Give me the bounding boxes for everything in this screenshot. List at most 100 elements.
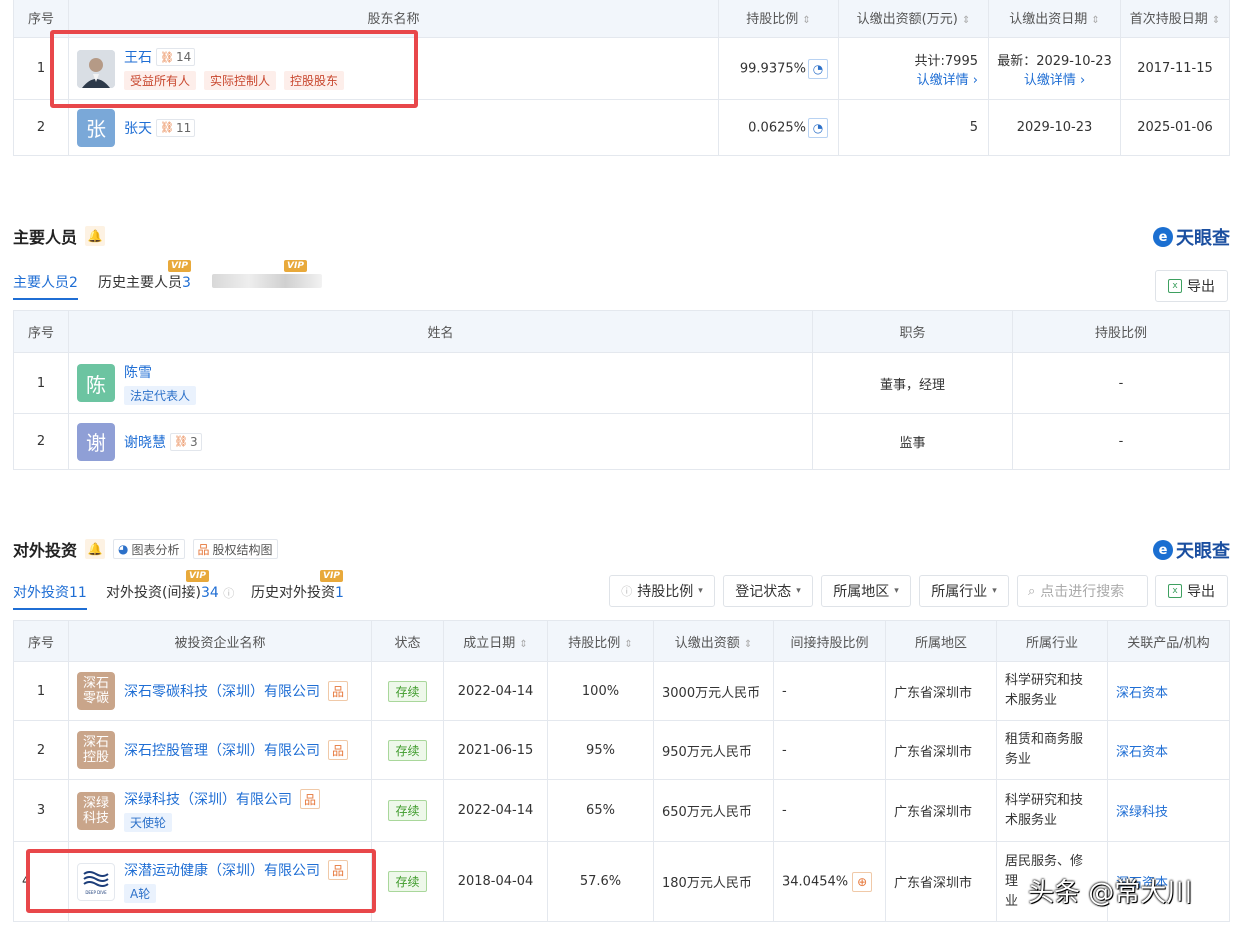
person-cell: 谢 谢晓慧 ⛓ 3 — [68, 413, 813, 470]
pie-chart-icon[interactable]: ◔ — [808, 117, 828, 138]
col-amount[interactable]: 认缴出资额 ⇕ — [653, 620, 774, 662]
equity-path-icon[interactable]: ⊕ — [852, 871, 873, 892]
col-first-date[interactable]: 首次持股日期 ⇕ — [1120, 0, 1230, 38]
product-link[interactable]: 深绿科技 — [1107, 779, 1230, 842]
status-cell: 存续 — [371, 661, 444, 721]
filter-region-dropdown[interactable]: 所属地区 ▾ — [821, 575, 911, 607]
export-button[interactable]: x 导出 — [1155, 575, 1228, 607]
company-name-link[interactable]: 深石零碳科技（深圳）有限公司 — [124, 681, 320, 701]
logo-icon: e — [1153, 540, 1173, 560]
company-name-link[interactable]: 深绿科技（深圳）有限公司 — [124, 789, 292, 809]
ratio-cell: - — [1012, 413, 1230, 470]
help-icon[interactable]: ⓘ — [223, 587, 234, 600]
pie-chart-icon: ◕ — [118, 542, 129, 556]
ratio-cell: 65% — [547, 779, 654, 842]
person-name-link[interactable]: 谢晓慧 — [124, 432, 166, 452]
col-name: 姓名 — [68, 310, 813, 353]
industry-cell: 科学研究和技 术服务业 — [996, 779, 1108, 842]
indirect-cell: - — [773, 661, 886, 721]
avatar[interactable]: 谢 — [77, 422, 115, 461]
col-founded[interactable]: 成立日期 ⇕ — [443, 620, 548, 662]
avatar[interactable]: 张 — [77, 108, 115, 147]
related-count-badge[interactable]: ⛓ 11 — [156, 118, 196, 137]
subscription-detail-link[interactable]: 认缴详情 › — [839, 69, 978, 88]
relation-icon: ⛓ — [160, 121, 174, 134]
tianyancha-logo: e 天眼查 — [1153, 537, 1230, 563]
org-chart-icon: 品 — [197, 542, 210, 557]
col-ratio[interactable]: 持股比例 ⇕ — [547, 620, 654, 662]
highlight-box — [26, 849, 376, 913]
tab-history-personnel[interactable]: 历史主要人员3 — [98, 272, 191, 292]
status-cell: 存续 — [371, 779, 444, 842]
org-chart-icon[interactable]: 品 — [328, 740, 348, 760]
col-date[interactable]: 认缴出资日期 ⇕ — [988, 0, 1121, 38]
blurred-tab — [212, 274, 322, 288]
col-company: 被投资企业名称 — [68, 620, 372, 662]
relation-icon: ⛓ — [174, 435, 188, 448]
col-ratio[interactable]: 持股比例 ⇕ — [718, 0, 839, 38]
ratio-cell: - — [1012, 352, 1230, 414]
shareholder-name-link[interactable]: 张天 — [124, 118, 152, 138]
company-logo[interactable]: 深绿 科技 — [77, 791, 115, 830]
ratio-cell: 0.0625% ◔ — [718, 99, 839, 156]
row-index: 3 — [13, 779, 69, 842]
section-title: 对外投资 — [13, 541, 78, 560]
search-box[interactable]: ⌕ 点击进行搜索 — [1017, 575, 1148, 607]
person-cell: 陈 陈雪 法定代表人 — [68, 352, 813, 414]
table-row: 2 深石 控股 深石控股管理（深圳）有限公司 品 存续 2021-06-15 95… — [13, 720, 1230, 780]
bell-icon[interactable]: 🔔 — [85, 226, 106, 246]
org-chart-icon[interactable]: 品 — [328, 681, 348, 701]
person-name-link[interactable]: 陈雪 — [124, 362, 152, 382]
filter-industry-dropdown[interactable]: 所属行业 ▾ — [919, 575, 1009, 607]
highlight-box — [50, 30, 418, 108]
section-title: 主要人员 — [13, 228, 78, 247]
search-icon: ⌕ — [1028, 583, 1036, 599]
ratio-cell: 100% — [547, 661, 654, 721]
chart-analysis-button[interactable]: ◕ 图表分析 — [113, 539, 185, 559]
founded-cell: 2022-04-14 — [443, 779, 548, 842]
table-row: 2 谢 谢晓慧 ⛓ 3 监事 - — [13, 413, 1230, 470]
tab-indirect-investment[interactable]: 对外投资(间接)34 ⓘ — [106, 582, 234, 602]
region-cell: 广东省深圳市 — [885, 720, 997, 780]
founded-cell: 2021-06-15 — [443, 720, 548, 780]
tianyancha-logo: e 天眼查 — [1153, 224, 1230, 250]
tab-main-personnel[interactable]: 主要人员2 — [13, 272, 78, 300]
pie-chart-icon[interactable]: ◔ — [808, 58, 828, 79]
logo-icon: e — [1153, 227, 1173, 247]
col-region: 所属地区 — [885, 620, 997, 662]
filter-status-dropdown[interactable]: 登记状态 ▾ — [723, 575, 813, 607]
product-link[interactable]: 深石资本 — [1107, 720, 1230, 780]
status-badge: 存续 — [388, 680, 427, 702]
product-link[interactable]: 深石资本 — [1107, 661, 1230, 721]
company-logo[interactable]: 深石 控股 — [77, 731, 115, 769]
caret-down-icon: ▾ — [894, 586, 899, 596]
ratio-cell: 95% — [547, 720, 654, 780]
related-count-badge[interactable]: ⛓ 3 — [170, 432, 202, 451]
filter-ratio-dropdown[interactable]: ⓘ 持股比例 ▾ — [609, 575, 715, 607]
equity-structure-button[interactable]: 品股权结构图 — [192, 539, 278, 559]
col-indirect: 间接持股比例 — [773, 620, 886, 662]
position-cell: 监事 — [812, 413, 1013, 470]
region-cell: 广东省深圳市 — [885, 779, 997, 842]
org-chart-icon[interactable]: 品 — [300, 789, 320, 809]
company-name-link[interactable]: 深石控股管理（深圳）有限公司 — [124, 740, 320, 760]
indirect-cell: - — [773, 720, 886, 780]
industry-cell: 科学研究和技 术服务业 — [996, 661, 1108, 721]
subscription-detail-link[interactable]: 认缴详情 › — [989, 69, 1120, 88]
col-amount[interactable]: 认缴出资额(万元) ⇕ — [838, 0, 989, 38]
tab-history-investment[interactable]: 历史对外投资1 — [251, 582, 344, 602]
vip-badge: VIP — [284, 260, 307, 272]
bell-icon[interactable]: 🔔 — [85, 539, 106, 559]
status-cell: 存续 — [371, 841, 444, 922]
vip-badge: VIP — [320, 570, 343, 582]
excel-icon: x — [1168, 279, 1182, 293]
status-badge: 存续 — [388, 800, 427, 821]
company-logo[interactable]: 深石 零碳 — [77, 672, 115, 710]
export-button[interactable]: x 导出 — [1155, 270, 1228, 302]
tab-investment[interactable]: 对外投资11 — [13, 582, 87, 610]
founded-cell: 2022-04-14 — [443, 661, 548, 721]
avatar[interactable]: 陈 — [77, 364, 115, 402]
row-index: 2 — [13, 720, 69, 780]
amount-cell: 共计:7995 认缴详情 › — [838, 37, 989, 100]
date-cell: 2029-10-23 — [988, 99, 1121, 156]
